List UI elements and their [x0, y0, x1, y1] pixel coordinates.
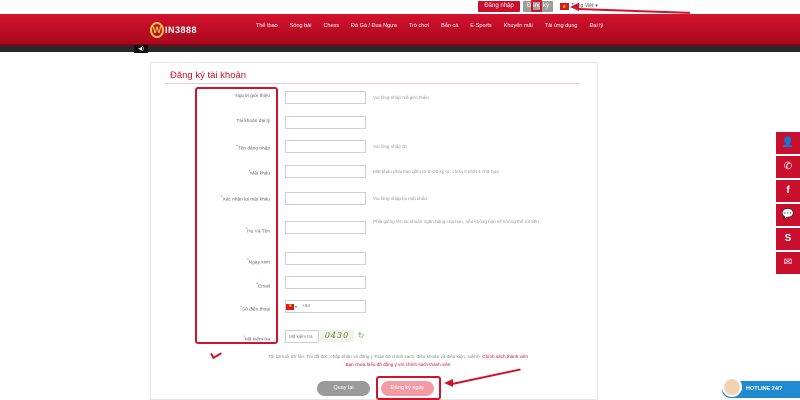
user-icon[interactable]: 👤 [776, 132, 800, 154]
annotation-arrowhead-top [570, 3, 579, 11]
speaker-icon[interactable]: ◀) [134, 45, 148, 53]
email-input[interactable] [285, 276, 366, 289]
refresh-icon[interactable]: ↻ [356, 331, 366, 341]
confirm-password-input[interactable] [285, 192, 366, 205]
main-nav: Thể thao Sòng bài Chess Đá Gà / Đua Ngựa… [250, 23, 609, 29]
form-title: Đăng ký tài khoản [170, 70, 247, 81]
contact-sidebar: 👤 ✆ f 💬 S ✉ [776, 132, 800, 276]
chat-icon[interactable]: 💬 [776, 204, 800, 226]
consent-text: Tôi 18 tuổi trở lên, Tôi đã đọc, chấp nh… [267, 354, 483, 359]
captcha-image: 0430 [320, 330, 354, 342]
nav-item-casino[interactable]: Sòng bài [284, 23, 318, 29]
username-input[interactable] [285, 140, 366, 153]
vietnam-flag-icon [286, 303, 294, 310]
nav-item-fishing[interactable]: Bắn cá [435, 23, 464, 29]
support-agent-avatar [722, 377, 742, 397]
terms-consent: Tôi 18 tuổi trở lên, Tôi đã đọc, chấp nh… [233, 353, 563, 369]
title-divider [165, 83, 580, 84]
logo-text: IN3888 [165, 25, 198, 35]
nav-item-sports[interactable]: Thể thao [250, 23, 284, 29]
skype-icon[interactable]: S [776, 228, 800, 250]
username-hint: Vui lòng nhập ID [373, 144, 407, 149]
referrer-input[interactable] [285, 91, 366, 104]
nav-item-agent[interactable]: Đại lý [583, 23, 609, 29]
annotation-register-box [531, 0, 542, 12]
site-header: W IN3888 Thể thao Sòng bài Chess Đá Gà /… [0, 14, 800, 46]
member-policy-link[interactable]: Chính sách thành viên [482, 354, 528, 359]
birthday-input[interactable] [285, 252, 366, 265]
nav-item-games[interactable]: Trò chơi [403, 23, 435, 29]
annotation-arrowhead-bottom [444, 379, 453, 387]
nav-item-download[interactable]: Tải ứng dụng [539, 23, 584, 29]
chevron-down-icon: ▾ [295, 304, 298, 309]
annotation-fields-box [195, 87, 278, 344]
country-code-selector[interactable]: ▾ [286, 301, 298, 312]
agent-account-input[interactable] [285, 116, 366, 129]
nav-item-cockfight[interactable]: Đá Gà / Đua Ngựa [345, 23, 403, 29]
annotation-submit-box [376, 376, 441, 400]
phone-icon[interactable]: ✆ [776, 156, 800, 178]
vietnam-flag-icon [560, 2, 569, 13]
nav-item-chess[interactable]: Chess [317, 23, 345, 29]
nav-item-promotions[interactable]: Khuyến mãi [498, 23, 539, 29]
back-button[interactable]: Quay lại [317, 381, 370, 396]
password-hint: Mật khẩu phải bao gồm từ 6~20 ký tự, chứ… [373, 169, 499, 174]
site-logo[interactable]: W IN3888 [150, 19, 197, 41]
announcement-bar [0, 46, 800, 52]
mail-icon[interactable]: ✉ [776, 252, 800, 274]
confirm-password-hint: Vui lòng nhập lại mật khẩu [373, 196, 427, 201]
fullname-hint: Phải giống tên tài khoản ngân hàng của b… [373, 219, 541, 224]
nav-item-esports[interactable]: E-Sports [464, 23, 497, 29]
login-button[interactable]: Đăng nhập [478, 1, 520, 12]
fullname-input[interactable] [285, 221, 366, 234]
facebook-icon[interactable]: f [776, 180, 800, 202]
logo-mark: W [150, 22, 164, 38]
consent-note: Bạn chưa hiểu đã đồng ý với chính sách t… [345, 362, 451, 367]
password-input[interactable] [285, 165, 366, 178]
captcha-input[interactable]: Mã kiểm tra [285, 330, 319, 343]
hotline-label: HOTLINE 24/7 [746, 386, 783, 392]
referrer-hint: Vui lòng nhập mã giới thiệu [373, 95, 429, 100]
